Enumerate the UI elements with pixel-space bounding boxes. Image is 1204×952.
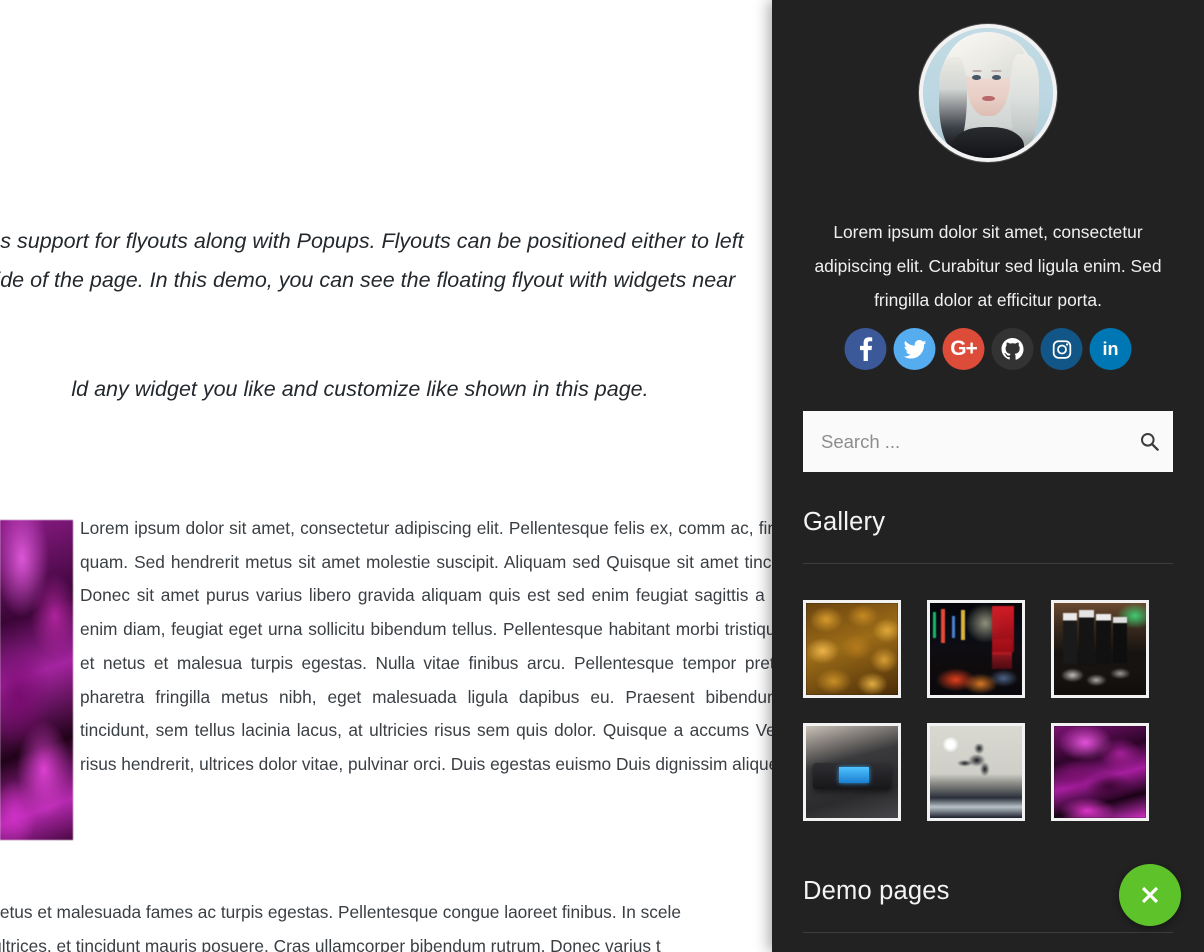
instagram-icon[interactable] — [1040, 328, 1083, 370]
twitter-icon[interactable] — [893, 328, 936, 370]
golden-nuts-thumbnail[interactable] — [803, 600, 901, 698]
github-icon[interactable] — [991, 328, 1034, 370]
search-widget — [803, 411, 1173, 472]
facebook-icon[interactable] — [844, 328, 887, 370]
intro-line-1: has support for flyouts along with Popup… — [0, 229, 744, 253]
purple-abstract-thumbnail — [0, 520, 73, 840]
google-plus-label: G+ — [950, 337, 978, 360]
capacitors-thumbnail[interactable] — [1051, 600, 1149, 698]
purple-smoke-thumbnail[interactable] — [1051, 723, 1149, 821]
gallery-grid — [803, 600, 1175, 821]
page-root: has support for flyouts along with Popup… — [0, 0, 1204, 952]
search-icon[interactable] — [1125, 411, 1173, 472]
intro-line-2: side of the page. In this demo, you can … — [0, 268, 736, 292]
main-content-area: has support for flyouts along with Popup… — [0, 0, 772, 952]
sony-device-thumbnail[interactable] — [803, 723, 901, 821]
google-plus-icon[interactable]: G+ — [942, 328, 985, 370]
jump-silhouette-thumbnail[interactable] — [927, 723, 1025, 821]
gallery-divider — [803, 563, 1173, 564]
demo-pages-widget-title: Demo pages — [803, 877, 950, 905]
tail-paragraph: us et netus et malesuada fames ac turpis… — [0, 902, 681, 952]
city-night-thumbnail[interactable] — [927, 600, 1025, 698]
search-input[interactable] — [803, 411, 1125, 472]
intro-line-3: ld any widget you like and customize lik… — [71, 377, 649, 401]
avatar-wrapper — [919, 24, 1057, 162]
linkedin-icon[interactable]: in — [1089, 328, 1132, 370]
social-links-row: G+ in — [844, 328, 1132, 370]
avatar — [919, 24, 1057, 162]
gallery-widget-title: Gallery — [803, 508, 886, 536]
linkedin-label: in — [1102, 338, 1119, 359]
demo-pages-divider — [803, 932, 1173, 933]
close-icon[interactable] — [1119, 864, 1181, 926]
bio-text: Lorem ipsum dolor sit amet, consectetur … — [814, 222, 1162, 311]
flyout-sidebar: Lorem ipsum dolor sit amet, consectetur … — [772, 0, 1204, 952]
intro-block: has support for flyouts along with Popup… — [0, 222, 772, 409]
article-paragraph: Lorem ipsum dolor sit amet, consectetur … — [80, 518, 772, 774]
